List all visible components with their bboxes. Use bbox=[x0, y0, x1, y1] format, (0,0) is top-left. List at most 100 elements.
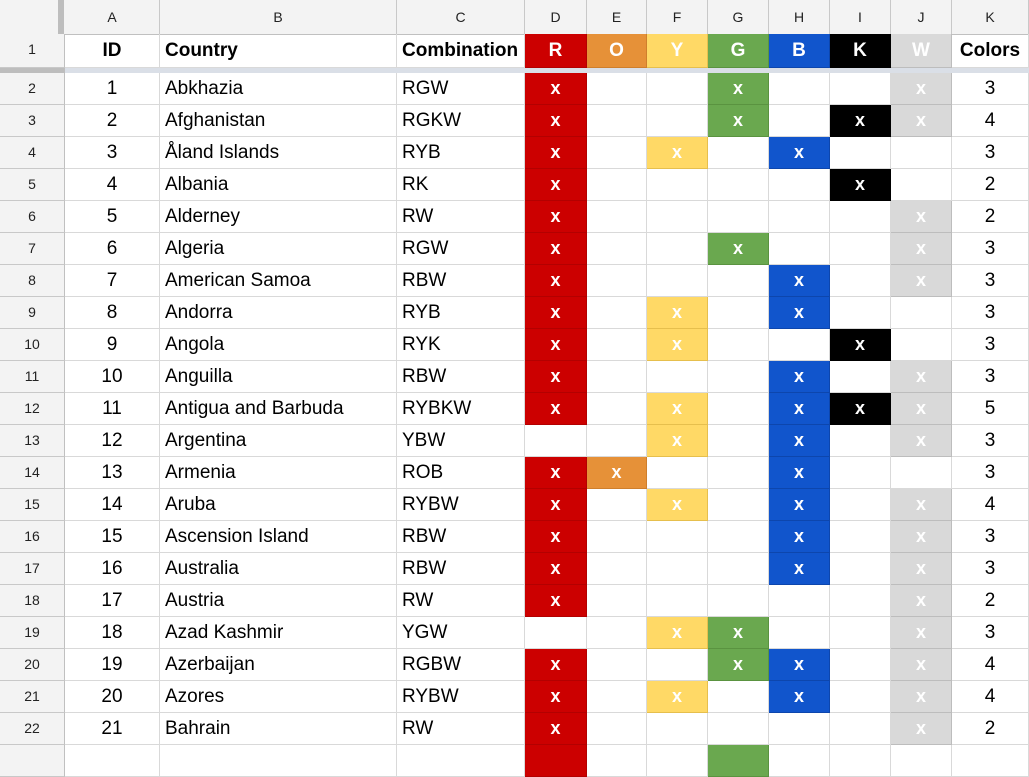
row-header[interactable]: 8 bbox=[0, 265, 65, 297]
header-cell-color-o[interactable]: O bbox=[587, 34, 647, 68]
country-cell[interactable]: Antigua and Barbuda bbox=[160, 393, 397, 425]
combination-cell[interactable]: RW bbox=[397, 201, 525, 233]
color-k-cell[interactable] bbox=[830, 713, 891, 745]
color-g-cell[interactable] bbox=[708, 169, 769, 201]
color-w-cell[interactable]: x bbox=[891, 553, 952, 585]
color-k-cell[interactable] bbox=[830, 137, 891, 169]
row-header[interactable]: 18 bbox=[0, 585, 65, 617]
combination-cell[interactable]: RYB bbox=[397, 137, 525, 169]
header-cell-color-b[interactable]: B bbox=[769, 34, 830, 68]
row-header[interactable]: 10 bbox=[0, 329, 65, 361]
color-b-cell[interactable] bbox=[769, 745, 830, 777]
color-k-cell[interactable] bbox=[830, 553, 891, 585]
color-b-cell[interactable]: x bbox=[769, 457, 830, 489]
color-k-cell[interactable] bbox=[830, 521, 891, 553]
combination-cell[interactable]: RGKW bbox=[397, 105, 525, 137]
color-o-cell[interactable] bbox=[587, 585, 647, 617]
header-cell-color-k[interactable]: K bbox=[830, 34, 891, 68]
color-o-cell[interactable] bbox=[587, 137, 647, 169]
country-cell[interactable]: Bahrain bbox=[160, 713, 397, 745]
country-cell[interactable]: American Samoa bbox=[160, 265, 397, 297]
color-o-cell[interactable] bbox=[587, 521, 647, 553]
header-cell-combination[interactable]: Combination bbox=[397, 34, 525, 68]
color-o-cell[interactable] bbox=[587, 393, 647, 425]
row-header[interactable]: 7 bbox=[0, 233, 65, 265]
row-header[interactable]: 15 bbox=[0, 489, 65, 521]
color-o-cell[interactable]: x bbox=[587, 457, 647, 489]
color-w-cell[interactable]: x bbox=[891, 361, 952, 393]
color-k-cell[interactable] bbox=[830, 617, 891, 649]
color-o-cell[interactable] bbox=[587, 681, 647, 713]
colors-count-cell[interactable]: 4 bbox=[952, 489, 1029, 521]
country-cell[interactable]: Abkhazia bbox=[160, 73, 397, 105]
color-o-cell[interactable] bbox=[587, 425, 647, 457]
color-g-cell[interactable] bbox=[708, 393, 769, 425]
country-cell[interactable]: Alderney bbox=[160, 201, 397, 233]
color-g-cell[interactable] bbox=[708, 521, 769, 553]
color-g-cell[interactable]: x bbox=[708, 649, 769, 681]
color-g-cell[interactable]: x bbox=[708, 73, 769, 105]
color-w-cell[interactable]: x bbox=[891, 617, 952, 649]
color-g-cell[interactable]: x bbox=[708, 105, 769, 137]
id-cell[interactable]: 15 bbox=[65, 521, 160, 553]
color-y-cell[interactable]: x bbox=[647, 681, 708, 713]
color-y-cell[interactable]: x bbox=[647, 297, 708, 329]
color-w-cell[interactable]: x bbox=[891, 649, 952, 681]
combination-cell[interactable]: RW bbox=[397, 585, 525, 617]
id-cell[interactable]: 21 bbox=[65, 713, 160, 745]
color-w-cell[interactable]: x bbox=[891, 73, 952, 105]
color-b-cell[interactable]: x bbox=[769, 681, 830, 713]
color-k-cell[interactable]: x bbox=[830, 169, 891, 201]
color-o-cell[interactable] bbox=[587, 265, 647, 297]
id-cell[interactable]: 17 bbox=[65, 585, 160, 617]
color-r-cell[interactable]: x bbox=[525, 265, 587, 297]
color-g-cell[interactable] bbox=[708, 361, 769, 393]
country-cell[interactable]: Andorra bbox=[160, 297, 397, 329]
id-cell[interactable]: 6 bbox=[65, 233, 160, 265]
color-r-cell[interactable]: x bbox=[525, 681, 587, 713]
color-r-cell[interactable]: x bbox=[525, 457, 587, 489]
combination-cell[interactable]: ROB bbox=[397, 457, 525, 489]
color-o-cell[interactable] bbox=[587, 553, 647, 585]
color-r-cell[interactable]: x bbox=[525, 489, 587, 521]
color-g-cell[interactable] bbox=[708, 137, 769, 169]
colors-count-cell[interactable]: 3 bbox=[952, 457, 1029, 489]
colors-count-cell[interactable]: 3 bbox=[952, 617, 1029, 649]
color-g-cell[interactable] bbox=[708, 585, 769, 617]
color-k-cell[interactable] bbox=[830, 425, 891, 457]
color-b-cell[interactable]: x bbox=[769, 553, 830, 585]
color-w-cell[interactable] bbox=[891, 169, 952, 201]
color-r-cell[interactable]: x bbox=[525, 201, 587, 233]
colors-count-cell[interactable]: 4 bbox=[952, 681, 1029, 713]
color-w-cell[interactable]: x bbox=[891, 681, 952, 713]
id-cell[interactable]: 18 bbox=[65, 617, 160, 649]
combination-cell[interactable]: RBW bbox=[397, 361, 525, 393]
color-g-cell[interactable] bbox=[708, 201, 769, 233]
color-w-cell[interactable]: x bbox=[891, 585, 952, 617]
color-g-cell[interactable] bbox=[708, 553, 769, 585]
colors-count-cell[interactable]: 3 bbox=[952, 297, 1029, 329]
id-cell[interactable]: 5 bbox=[65, 201, 160, 233]
color-r-cell[interactable]: x bbox=[525, 297, 587, 329]
row-header[interactable]: 21 bbox=[0, 681, 65, 713]
colors-count-cell[interactable]: 2 bbox=[952, 585, 1029, 617]
color-k-cell[interactable] bbox=[830, 361, 891, 393]
country-cell[interactable]: Australia bbox=[160, 553, 397, 585]
header-cell-color-y[interactable]: Y bbox=[647, 34, 708, 68]
color-y-cell[interactable]: x bbox=[647, 329, 708, 361]
country-cell[interactable]: Anguilla bbox=[160, 361, 397, 393]
color-y-cell[interactable] bbox=[647, 169, 708, 201]
colors-count-cell[interactable]: 3 bbox=[952, 329, 1029, 361]
color-g-cell[interactable] bbox=[708, 457, 769, 489]
color-o-cell[interactable] bbox=[587, 201, 647, 233]
column-header-e[interactable]: E bbox=[587, 0, 647, 34]
color-r-cell[interactable]: x bbox=[525, 105, 587, 137]
row-header[interactable]: 12 bbox=[0, 393, 65, 425]
color-r-cell[interactable] bbox=[525, 425, 587, 457]
column-header-a[interactable]: A bbox=[65, 0, 160, 34]
colors-count-cell[interactable]: 5 bbox=[952, 393, 1029, 425]
id-cell[interactable]: 2 bbox=[65, 105, 160, 137]
id-cell[interactable]: 3 bbox=[65, 137, 160, 169]
row-header[interactable]: 19 bbox=[0, 617, 65, 649]
combination-cell[interactable]: RYBW bbox=[397, 681, 525, 713]
